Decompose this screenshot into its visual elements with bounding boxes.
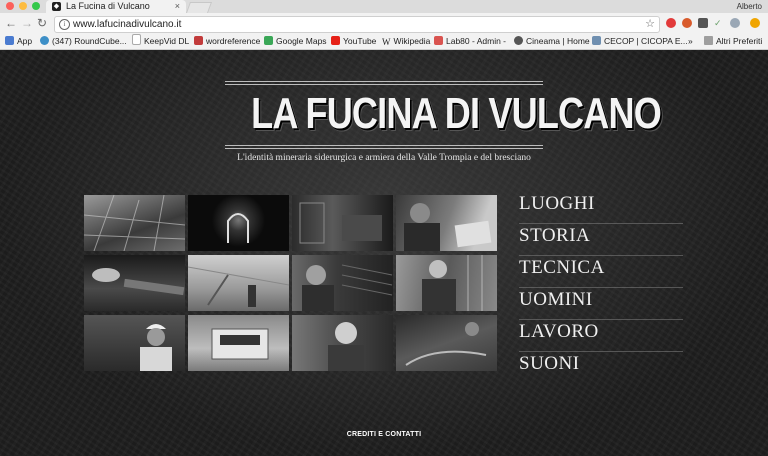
cineama-icon — [514, 36, 523, 45]
mail-extension-icon[interactable] — [698, 18, 708, 28]
more-bookmarks-icon[interactable]: » — [688, 34, 693, 49]
bookmark-star-icon[interactable]: ☆ — [645, 17, 655, 32]
menu-item-suoni[interactable]: SUONI — [519, 352, 683, 383]
bookmarks-bar: App (347) RoundCube... KeepVid DL wordre… — [0, 34, 768, 50]
bookmark-item[interactable]: App — [5, 34, 32, 49]
check-extension-icon[interactable]: ✓ — [714, 18, 724, 28]
menu-item-storia[interactable]: STORIA — [519, 224, 683, 256]
bookmark-item[interactable]: Google Maps — [264, 34, 327, 49]
bookmark-item[interactable]: YouTube — [331, 34, 376, 49]
photo-tile-foundry-worker[interactable] — [396, 315, 497, 371]
title-bottom-rule — [225, 145, 543, 146]
photo-tile-gun-barrel[interactable] — [84, 255, 185, 311]
bookmark-item[interactable]: W Wikipedia — [382, 34, 430, 49]
opera-extension-icon[interactable] — [666, 18, 676, 28]
credits-link[interactable]: CREDITI E CONTATTI — [0, 431, 768, 438]
bookmark-item[interactable]: KeepVid DL — [132, 34, 189, 49]
folder-icon — [704, 36, 713, 45]
menu-item-uomini[interactable]: UOMINI — [519, 288, 683, 320]
site-title[interactable]: LA FUCINA DI VULCANO — [251, 83, 662, 145]
apps-grid-icon — [5, 36, 14, 45]
photo-tile-man-thinking[interactable] — [292, 255, 393, 311]
profile-extension-icon[interactable] — [682, 18, 692, 28]
photo-tile-scale[interactable] — [188, 315, 289, 371]
cecop-icon — [592, 36, 601, 45]
bookmark-item[interactable]: CECOP | CICOPA E... — [592, 34, 688, 49]
address-bar[interactable]: i www.lafucinadivulcano.it ☆ — [54, 16, 660, 33]
ghost-extension-icon[interactable] — [730, 18, 740, 28]
browser-toolbar: ← → ↻ i www.lafucinadivulcano.it ☆ ✓ — [0, 13, 768, 34]
menu-item-luoghi[interactable]: LUOGHI — [519, 192, 683, 224]
wordreference-icon — [194, 36, 203, 45]
bookmark-item[interactable]: wordreference — [194, 34, 260, 49]
site-favicon-icon: ◆ — [52, 2, 61, 11]
roundcube-icon — [40, 36, 49, 45]
site-subtitle: L'identità mineraria siderurgica e armie… — [237, 153, 531, 163]
bookmark-item[interactable]: (347) RoundCube... — [40, 34, 127, 49]
reload-icon[interactable]: ↻ — [37, 16, 47, 30]
title-bottom-rule-inner — [225, 148, 543, 149]
tab-close-icon[interactable]: × — [175, 0, 180, 13]
menu-item-tecnica[interactable]: TECNICA — [519, 256, 683, 288]
other-bookmarks-folder[interactable]: Altri Preferiti — [704, 34, 762, 49]
tab-title: La Fucina di Vulcano — [66, 1, 150, 11]
bookmark-item[interactable]: Cineama | Home — [514, 34, 590, 49]
photo-tile-man-portrait[interactable] — [292, 315, 393, 371]
photo-tile-tunnel[interactable] — [188, 195, 289, 251]
photo-tile-scaffolding[interactable] — [84, 195, 185, 251]
title-top-rule — [225, 81, 543, 82]
youtube-icon — [331, 36, 340, 45]
wikipedia-icon: W — [382, 37, 391, 47]
bookmark-item[interactable]: Lab80 - Admin - — [434, 34, 506, 49]
maps-icon — [264, 36, 273, 45]
browser-tab[interactable]: ◆ La Fucina di Vulcano × — [46, 0, 186, 13]
site-info-icon[interactable]: i — [59, 19, 70, 30]
forward-arrow-icon[interactable]: → — [21, 16, 33, 30]
close-window-icon[interactable] — [6, 2, 14, 10]
photo-tile-man-reading[interactable] — [396, 195, 497, 251]
browser-tab-bar: ◆ La Fucina di Vulcano × Alberto — [0, 0, 768, 13]
photo-tile-worker-helmet[interactable] — [84, 315, 185, 371]
minimize-window-icon[interactable] — [19, 2, 27, 10]
menu-item-lavoro[interactable]: LAVORO — [519, 320, 683, 352]
lab80-icon — [434, 36, 443, 45]
zoom-window-icon[interactable] — [32, 2, 40, 10]
alert-extension-icon[interactable] — [750, 18, 760, 28]
profile-name[interactable]: Alberto — [737, 0, 762, 13]
new-tab-button[interactable] — [185, 2, 213, 13]
page-icon — [132, 34, 141, 45]
photo-tile-workshop-hall[interactable] — [188, 255, 289, 311]
photo-tile-furnace-room[interactable] — [292, 195, 393, 251]
photo-tile-man-in-shop[interactable] — [396, 255, 497, 311]
back-arrow-icon[interactable]: ← — [5, 16, 17, 30]
url-text[interactable]: www.lafucinadivulcano.it — [73, 17, 181, 32]
